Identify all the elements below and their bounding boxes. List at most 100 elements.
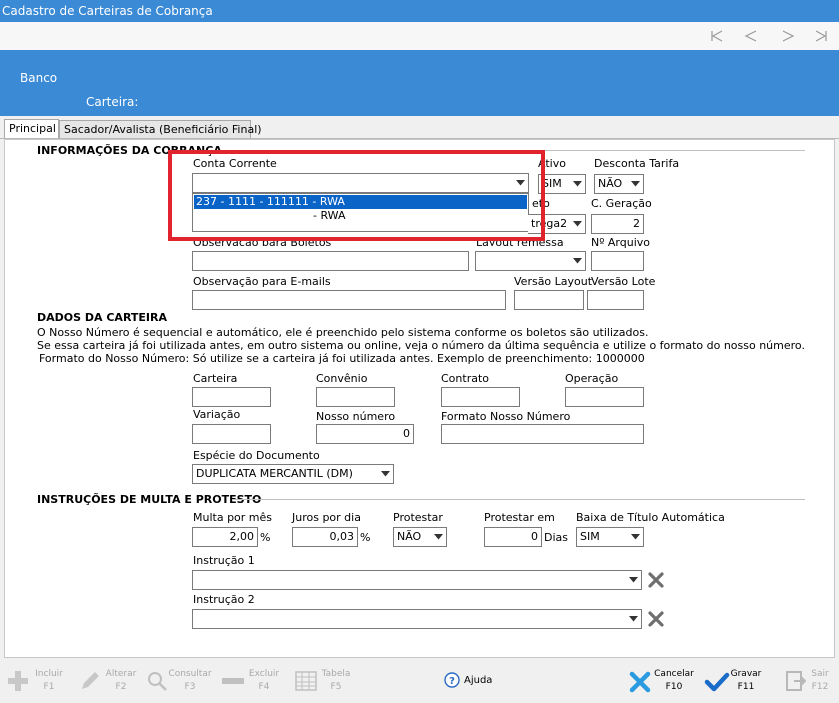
section-title-multa-protesto: INSTRUÇÕES DE MULTA E PROTESTO: [37, 493, 262, 506]
versao-layout-input[interactable]: [514, 290, 584, 310]
carteira-note-1: O Nosso Número é sequencial e automático…: [37, 326, 649, 339]
tabela-label: Tabela: [321, 669, 351, 679]
prev-record-icon[interactable]: [744, 30, 758, 42]
exit-door-icon: [786, 671, 806, 691]
tab-principal[interactable]: Principal: [4, 119, 59, 139]
desconta-tarifa-select[interactable]: NÃO: [594, 174, 644, 194]
obs-emails-input[interactable]: [192, 290, 506, 310]
chevron-down-icon[interactable]: [431, 528, 446, 546]
chevron-down-icon[interactable]: [570, 215, 585, 233]
instrucao-2-select[interactable]: [192, 609, 642, 629]
plus-icon: [8, 671, 28, 691]
protestar-label: Protestar: [393, 511, 443, 524]
juros-input[interactable]: 0,03: [292, 527, 358, 547]
desconta-tarifa-label: Desconta Tarifa: [594, 157, 680, 170]
window-title: Cadastro de Carteiras de Cobrança: [2, 4, 213, 18]
gravar-label: Gravar: [730, 669, 762, 679]
desconta-tarifa-value: NÃO: [598, 177, 623, 190]
especie-documento-label: Espécie do Documento: [193, 449, 320, 462]
last-record-icon[interactable]: [814, 30, 828, 42]
cancelar-button[interactable]: Cancelar F10: [626, 666, 698, 696]
carteira-label: Carteira: [193, 372, 238, 385]
svg-text:?: ?: [449, 676, 455, 687]
chevron-down-icon[interactable]: [628, 528, 643, 546]
nosso-numero-input[interactable]: 0: [316, 424, 414, 444]
formato-nosso-numero-label: Formato Nosso Número: [441, 410, 571, 423]
carteira-input[interactable]: [192, 387, 271, 407]
ativo-select[interactable]: SIM: [538, 174, 586, 194]
variacao-label: Variação: [193, 408, 241, 421]
alterar-label: Alterar: [105, 669, 137, 679]
carteira-note-2: Se essa carteira já foi utilizada antes,…: [37, 339, 805, 352]
sair-button[interactable]: Sair F12: [782, 666, 836, 696]
baixa-automatica-select[interactable]: SIM: [576, 527, 644, 547]
incluir-label: Incluir: [35, 669, 63, 679]
clear-instrucao-2-icon[interactable]: [647, 610, 665, 628]
especie-documento-select[interactable]: DUPLICATA MERCANTIL (DM): [192, 464, 394, 484]
cancelar-key: F10: [665, 682, 683, 692]
highlight-box: [168, 150, 545, 241]
tabela-key: F5: [330, 682, 342, 692]
convenio-label: Convênio: [316, 372, 368, 385]
juros-label: Juros por dia: [292, 511, 361, 524]
gravar-key: F11: [737, 682, 755, 692]
checkmark-icon: [704, 672, 730, 692]
protestar-em-label: Protestar em: [484, 511, 555, 524]
alterar-button[interactable]: Alterar F2: [76, 666, 142, 696]
cancel-x-icon: [629, 671, 651, 693]
carteira-header-label: Carteira:: [86, 95, 139, 109]
chevron-down-icon[interactable]: [570, 252, 585, 270]
chevron-down-icon[interactable]: [378, 465, 393, 483]
banco-label: Banco: [20, 71, 58, 85]
next-record-icon[interactable]: [781, 30, 795, 42]
title-bar: Cadastro de Carteiras de Cobrança: [0, 0, 839, 22]
consultar-button[interactable]: Consultar F3: [144, 666, 214, 696]
sair-label: Sair: [811, 669, 829, 679]
c-geracao-input[interactable]: 2: [591, 214, 644, 234]
sair-key: F12: [811, 682, 829, 692]
instrucao-1-select[interactable]: [192, 570, 642, 590]
incluir-key: F1: [43, 682, 55, 692]
cancelar-label: Cancelar: [654, 669, 694, 679]
record-header: Banco Carteira:: [0, 50, 839, 116]
chevron-down-icon[interactable]: [626, 571, 641, 589]
table-icon: [295, 671, 317, 691]
ajuda-button[interactable]: ? Ajuda: [443, 671, 497, 691]
section-title-dados-carteira: DADOS DA CARTEIRA: [37, 311, 168, 324]
obs-boletos-input[interactable]: [192, 251, 469, 271]
layout-remessa-select[interactable]: [475, 251, 586, 271]
tabela-button[interactable]: Tabela F5: [292, 666, 358, 696]
formato-nosso-numero-input[interactable]: [441, 424, 644, 444]
multa-input[interactable]: 2,00: [192, 527, 258, 547]
first-record-icon[interactable]: [710, 30, 724, 42]
chevron-down-icon[interactable]: [570, 175, 585, 193]
consultar-label: Consultar: [168, 669, 212, 679]
operacao-input[interactable]: [565, 387, 644, 407]
versao-lote-label: Versão Lote: [591, 275, 656, 288]
num-arquivo-input[interactable]: [591, 251, 644, 271]
chevron-down-icon[interactable]: [628, 175, 643, 193]
protestar-em-input[interactable]: 0: [484, 527, 542, 547]
baixa-automatica-label: Baixa de Título Automática: [576, 511, 725, 524]
protestar-select[interactable]: NÃO: [393, 527, 447, 547]
variacao-input[interactable]: [192, 424, 271, 444]
excluir-key: F4: [258, 682, 270, 692]
chevron-down-icon[interactable]: [626, 610, 641, 628]
incluir-button[interactable]: Incluir F1: [4, 666, 74, 696]
versao-lote-input[interactable]: [587, 290, 644, 310]
ajuda-label: Ajuda: [464, 675, 493, 686]
juros-unit: %: [360, 531, 371, 544]
convenio-input[interactable]: [316, 387, 395, 407]
alterar-key: F2: [115, 682, 127, 692]
gravar-button[interactable]: Gravar F11: [702, 666, 766, 696]
instrucao-1-label: Instrução 1: [193, 554, 255, 567]
contrato-input[interactable]: [441, 387, 520, 407]
section-divider: [232, 499, 805, 500]
c-geracao-label: C. Geração: [591, 197, 652, 210]
clear-instrucao-1-icon[interactable]: [647, 571, 665, 589]
excluir-button[interactable]: Excluir F4: [218, 666, 284, 696]
tab-sacador-avalista[interactable]: Sacador/Avalista (Beneficiário Final): [59, 120, 262, 139]
carteira-note-3: Formato do Nosso Número: Só utilize se a…: [39, 352, 645, 365]
obs-emails-label: Observação para E-mails: [193, 275, 331, 288]
pencil-icon: [82, 672, 99, 689]
